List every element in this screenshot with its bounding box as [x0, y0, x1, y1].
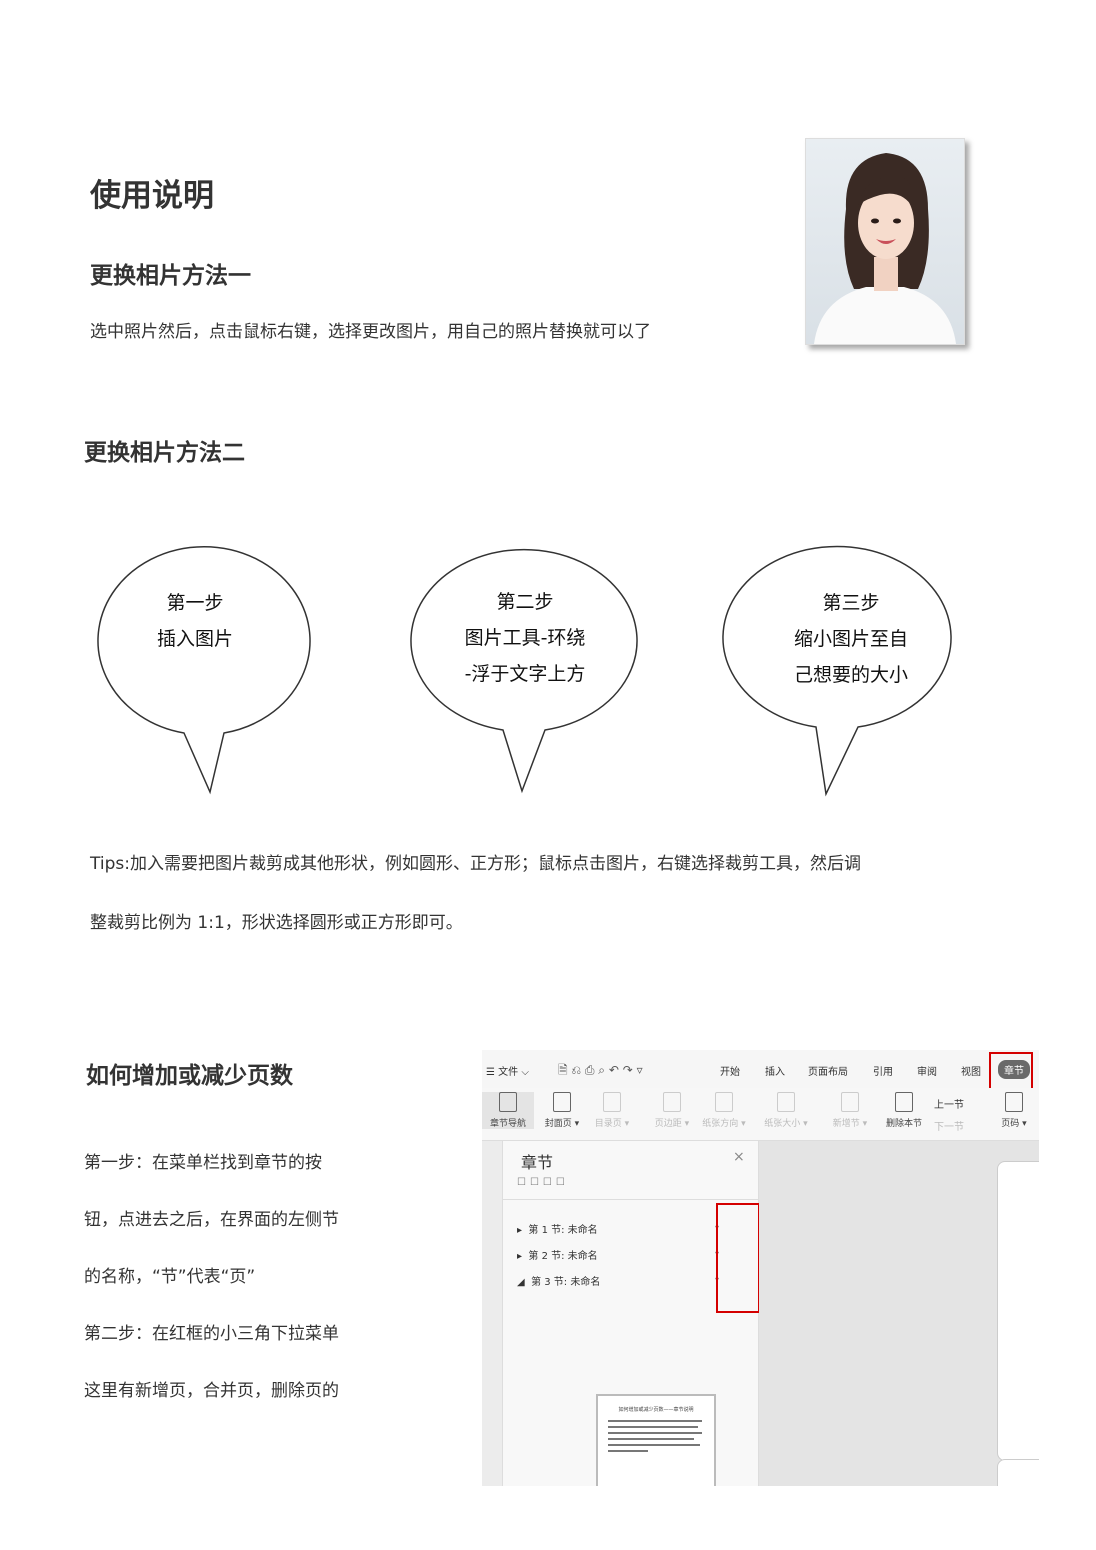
section-3-label: 第 3 节: 未命名	[531, 1277, 601, 1288]
paper-size-button[interactable]: 纸张大小 ▾	[760, 1092, 812, 1129]
next-section-button[interactable]: 下一节	[934, 1118, 964, 1133]
file-menu[interactable]: ☰ 文件 ⌵	[486, 1063, 529, 1078]
cover-page-button[interactable]: 封面页 ▾	[536, 1092, 588, 1129]
panel-tool-icons[interactable]: ☐☐☐☐	[517, 1177, 569, 1188]
pages-heading: 如何增加或减少页数	[86, 1063, 293, 1089]
thumb-title: 如何增加或减少页数——章节说明	[618, 1407, 694, 1413]
speech-bubble-1	[97, 546, 311, 795]
tab-start[interactable]: 开始	[720, 1063, 740, 1078]
bubble-2-line-1: 第二步	[496, 591, 554, 613]
document-page-edge	[997, 1161, 1039, 1461]
bubble-3-text: 第三步 缩小图片至自 己想要的大小	[751, 585, 951, 693]
orientation-label: 纸张方向 ▾	[702, 1119, 746, 1129]
thumb-line	[608, 1426, 698, 1428]
bubble-1-line-1: 第一步	[166, 592, 224, 614]
thumb-line	[608, 1438, 694, 1440]
section-item-3[interactable]: ◢ 第 3 节: 未命名	[517, 1273, 600, 1288]
wps-screenshot: ☰ 文件 ⌵ 🗎 ⎌ ⎙ ⌕ ↶ ↷ ▿ 开始 插入 页面布局 引用 审阅 视图…	[482, 1050, 1039, 1486]
pages-line-1: 第一步：在菜单栏找到章节的按	[84, 1153, 322, 1173]
margins-button[interactable]: 页边距 ▾	[646, 1092, 698, 1129]
portrait-photo[interactable]	[805, 138, 965, 345]
bubble-2-line-3: -浮于文字上方	[464, 663, 586, 685]
bubble-3-line-1: 第三步	[822, 592, 880, 614]
tab-review[interactable]: 审阅	[917, 1063, 937, 1078]
bubble-2-line-2: 图片工具-环绕	[464, 627, 586, 649]
page-number-label: 页码 ▾	[1001, 1119, 1027, 1129]
section-nav-button[interactable]: 章节导航	[482, 1092, 534, 1129]
tab-references[interactable]: 引用	[873, 1063, 893, 1078]
new-section-label: 新增节 ▾	[832, 1119, 868, 1129]
pages-line-5: 这里有新增页，合并页，删除页的	[84, 1381, 339, 1401]
document-canvas	[759, 1141, 1039, 1486]
pages-line-3: 的名称，“节”代表“页”	[84, 1267, 256, 1287]
tab-page-layout[interactable]: 页面布局	[808, 1063, 848, 1078]
cover-page-label: 封面页 ▾	[544, 1119, 580, 1129]
new-section-button[interactable]: 新增节 ▾	[824, 1092, 876, 1129]
pages-instructions: 第一步：在菜单栏找到章节的按 钮，点进去之后，在界面的左侧节 的名称，“节”代表…	[84, 1135, 339, 1420]
delete-section-label: 删除本节	[885, 1119, 922, 1129]
panel-divider	[503, 1199, 758, 1200]
thumb-line	[608, 1432, 702, 1434]
ribbon: 章节导航 封面页 ▾ 目录页 ▾ 页边距 ▾ 纸张方向 ▾ 纸张大小 ▾ 新增节…	[482, 1088, 1039, 1141]
method2-heading: 更换相片方法二	[84, 440, 245, 466]
tab-insert[interactable]: 插入	[765, 1063, 785, 1078]
toc-page-button[interactable]: 目录页 ▾	[586, 1092, 638, 1129]
bubble-1-text: 第一步 插入图片	[105, 585, 285, 657]
section-2-label: 第 2 节: 未命名	[528, 1251, 598, 1262]
left-toolbar	[482, 1141, 503, 1486]
chapter-tab-highlight	[989, 1052, 1033, 1092]
thumb-line	[608, 1420, 702, 1422]
thumb-line	[608, 1444, 700, 1446]
menu-bar: ☰ 文件 ⌵ 🗎 ⎌ ⎙ ⌕ ↶ ↷ ▿ 开始 插入 页面布局 引用 审阅 视图…	[482, 1050, 1039, 1092]
pages-line-2: 钮，点进去之后，在界面的左侧节	[84, 1210, 339, 1230]
section-item-2[interactable]: ▸ 第 2 节: 未命名	[517, 1247, 598, 1262]
prev-section-button[interactable]: 上一节	[934, 1096, 964, 1111]
bubble-3-line-2: 缩小图片至自	[793, 628, 908, 650]
method1-text: 选中照片然后，点击鼠标右键，选择更改图片，用自己的照片替换就可以了	[90, 322, 651, 342]
thumb-line	[608, 1450, 648, 1452]
chapter-panel: 章节 × ☐☐☐☐ ▸ 第 1 节: 未命名 ▸ 第 2 节: 未命名 ◢ 第 …	[503, 1141, 760, 1486]
margins-label: 页边距 ▾	[654, 1119, 690, 1129]
portrait-illustration	[806, 139, 964, 344]
panel-title: 章节	[521, 1153, 554, 1172]
close-icon[interactable]: ×	[733, 1149, 745, 1165]
method1-heading: 更换相片方法一	[90, 263, 251, 289]
quick-access-icons: 🗎 ⎌ ⎙ ⌕ ↶ ↷ ▿	[558, 1063, 643, 1077]
section-1-label: 第 1 节: 未命名	[528, 1225, 598, 1236]
paper-size-label: 纸张大小 ▾	[764, 1119, 808, 1129]
toc-page-label: 目录页 ▾	[594, 1119, 630, 1129]
bubble-3-line-3: 己想要的大小	[793, 664, 908, 686]
section-item-1[interactable]: ▸ 第 1 节: 未命名	[517, 1221, 598, 1236]
document-page-edge	[997, 1459, 1039, 1486]
delete-section-button[interactable]: 删除本节	[878, 1092, 930, 1129]
bubble-2-text: 第二步 图片工具-环绕 -浮于文字上方	[425, 584, 625, 692]
section-nav-label: 章节导航	[489, 1119, 526, 1129]
page-thumbnail[interactable]: 如何增加或减少页数——章节说明	[596, 1394, 716, 1486]
pages-line-4: 第二步：在红框的小三角下拉菜单	[84, 1324, 339, 1344]
bubble-1-line-2: 插入图片	[156, 628, 233, 650]
page-title: 使用说明	[90, 178, 214, 214]
tips-line-2: 整裁剪比例为 1:1，形状选择圆形或正方形即可。	[90, 913, 463, 933]
orientation-button[interactable]: 纸张方向 ▾	[698, 1092, 750, 1129]
dropdown-highlight	[716, 1203, 760, 1313]
tab-view[interactable]: 视图	[961, 1063, 981, 1078]
tips-line-1: Tips:加入需要把图片裁剪成其他形状，例如圆形、正方形；鼠标点击图片，右键选择…	[90, 854, 861, 874]
page-number-button[interactable]: 页码 ▾	[988, 1092, 1039, 1129]
